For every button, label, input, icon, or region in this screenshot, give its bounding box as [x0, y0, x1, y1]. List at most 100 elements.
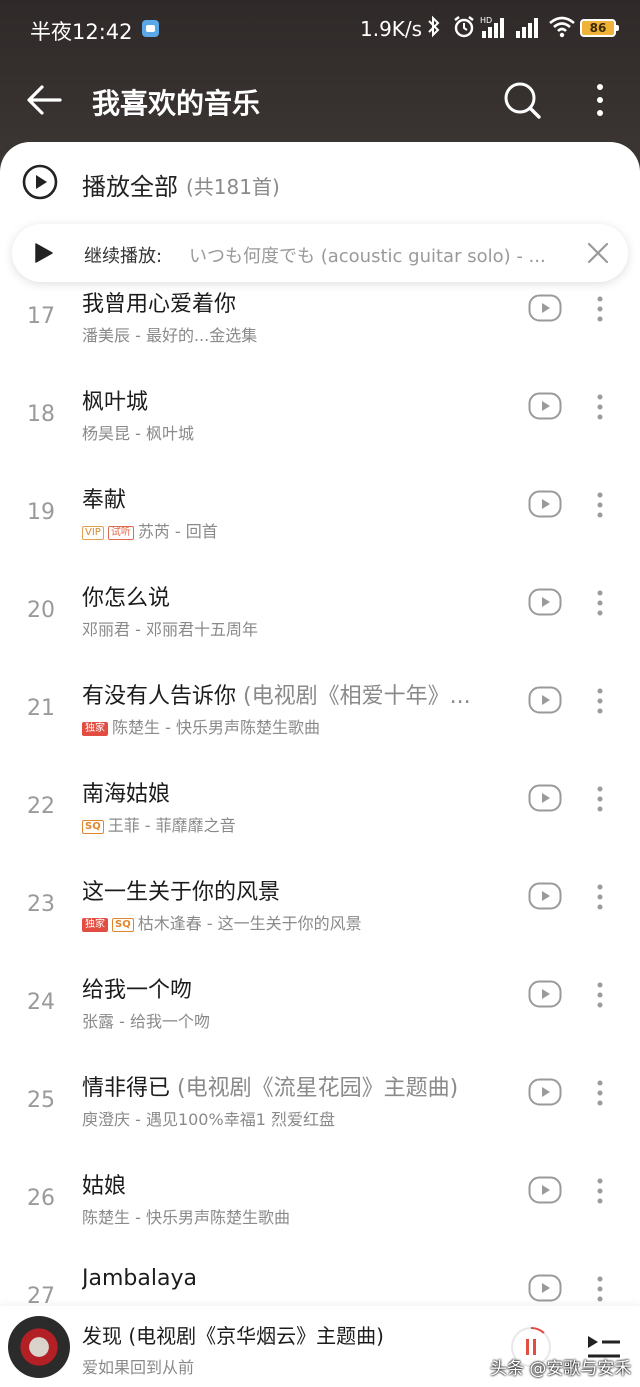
svg-text:HD: HD [480, 16, 492, 25]
artist-album: 陈楚生 - 快乐男声陈楚生歌曲 [112, 718, 320, 737]
song-title: 奉献 [82, 482, 502, 514]
song-number: 17 [27, 304, 55, 329]
song-title-subtitle: (电视剧《相爱十年》... [236, 684, 471, 709]
quality-badge: SQ [112, 918, 134, 932]
artist-album: 张露 - 给我一个吻 [82, 1012, 210, 1031]
song-number: 23 [27, 892, 55, 917]
now-playing-title: 发现 (电视剧《京华烟云》主题曲) [82, 1324, 384, 1348]
more-vertical-icon[interactable] [592, 1274, 608, 1304]
video-play-icon[interactable] [528, 1078, 562, 1106]
video-play-icon[interactable] [528, 490, 562, 518]
page-title: 我喜欢的音乐 [92, 87, 261, 120]
artist-album: 陈楚生 - 快乐男声陈楚生歌曲 [82, 1208, 290, 1227]
signal-icon [516, 18, 538, 38]
video-play-icon[interactable] [528, 588, 562, 616]
song-title-main: 有没有人告诉你 [82, 684, 237, 709]
song-title-main: Jambalaya [82, 1266, 197, 1291]
play-all-button[interactable]: 播放全部 (共181首) [0, 142, 640, 224]
video-play-icon[interactable] [528, 294, 562, 322]
video-play-icon[interactable] [528, 686, 562, 714]
play-icon [35, 243, 53, 263]
song-title: Jambalaya [82, 1266, 502, 1291]
song-row[interactable]: 21 有没有人告诉你 (电视剧《相爱十年》... 独家 陈楚生 - 快乐男声陈楚生歌曲 [0, 672, 640, 770]
artist-album: 邓丽君 - 邓丽君十五周年 [82, 620, 258, 639]
alarm-icon [454, 16, 474, 38]
song-title: 枫叶城 [82, 384, 502, 416]
song-title: 给我一个吻 [82, 972, 502, 1004]
song-number: 24 [27, 990, 55, 1015]
song-title: 有没有人告诉你 (电视剧《相爱十年》... [82, 678, 502, 710]
song-title-main: 这一生关于你的风景 [82, 880, 281, 905]
more-vertical-icon[interactable] [592, 784, 608, 814]
quality-badge: 独家 [82, 722, 108, 736]
song-meta: 庾澄庆 - 遇见100%幸福1 烈爱红盘 [82, 1106, 335, 1130]
resume-song-title: いつも何度でも (acoustic guitar solo) - ... [189, 246, 546, 267]
song-row[interactable]: 20 你怎么说 邓丽君 - 邓丽君十五周年 [0, 574, 640, 672]
song-row[interactable]: 24 给我一个吻张露 - 给我一个吻 [0, 966, 640, 1064]
back-arrow-icon[interactable] [26, 82, 66, 118]
more-vertical-icon[interactable] [592, 490, 608, 520]
song-meta: 邓丽君 - 邓丽君十五周年 [82, 616, 258, 640]
more-vertical-icon[interactable] [584, 80, 616, 120]
video-play-icon[interactable] [528, 1176, 562, 1204]
video-play-icon[interactable] [528, 392, 562, 420]
song-row[interactable]: 22 南海姑娘 SQ 王菲 - 菲靡靡之音 [0, 770, 640, 868]
bluetooth-icon [428, 15, 440, 38]
song-meta: 张露 - 给我一个吻 [82, 1008, 210, 1032]
quality-badge: VIP [82, 526, 104, 540]
close-icon[interactable] [586, 241, 610, 265]
artist-album: 潘美辰 - 最好的...金选集 [82, 326, 258, 345]
more-vertical-icon[interactable] [592, 882, 608, 912]
artist-album: 苏芮 - 回首 [137, 522, 218, 541]
play-circle-icon [22, 164, 58, 200]
song-title-main: 我曾用心爱着你 [82, 292, 237, 317]
song-row[interactable]: 18 枫叶城 杨昊昆 - 枫叶城 [0, 378, 640, 476]
app-header: 我喜欢的音乐 [0, 60, 640, 140]
resume-playback-bar[interactable]: 继续播放: いつも何度でも (acoustic guitar solo) - .… [12, 224, 628, 282]
song-number: 19 [27, 500, 55, 525]
app-notification-icon [142, 20, 159, 37]
video-play-icon[interactable] [528, 784, 562, 812]
more-vertical-icon[interactable] [592, 294, 608, 324]
song-meta: 潘美辰 - 最好的...金选集 [82, 322, 257, 346]
song-title-main: 奉献 [82, 488, 127, 513]
now-playing-subtitle: 爱如果回到从前 [82, 1358, 195, 1377]
artist-album: 王菲 - 菲靡靡之音 [107, 816, 236, 835]
song-title-main: 姑娘 [82, 1174, 127, 1199]
song-meta: 独家 SQ 枯木逢春 - 这一生关于你的风景 [82, 910, 362, 934]
more-vertical-icon[interactable] [592, 1078, 608, 1108]
song-list-sheet: 播放全部 (共181首) 继续播放: いつも何度でも (acoustic gui… [0, 142, 640, 1387]
song-title: 你怎么说 [82, 580, 502, 612]
song-title-subtitle: (电视剧《流星花园》主题曲) [170, 1076, 459, 1101]
song-title-main: 情非得已 [82, 1076, 171, 1101]
more-vertical-icon[interactable] [592, 980, 608, 1010]
artist-album: 枯木逢春 - 这一生关于你的风景 [137, 914, 362, 933]
song-row[interactable]: 25 情非得已 (电视剧《流星花园》主题曲) 庾澄庆 - 遇见100%幸福1 烈爱红… [0, 1064, 640, 1162]
video-play-icon[interactable] [528, 1274, 562, 1302]
song-row[interactable]: 17 我曾用心爱着你潘美辰 - 最好的...金选集 [0, 280, 640, 378]
song-number: 25 [27, 1088, 55, 1113]
quality-badge: 试听 [107, 526, 134, 540]
song-row[interactable]: 26 姑娘 陈楚生 - 快乐男声陈楚生歌曲 [0, 1162, 640, 1260]
hd-signal-icon: HD [480, 16, 504, 38]
status-time: 半夜12:42 [30, 20, 133, 44]
song-row[interactable]: 23 这一生关于你的风景独家 SQ 枯木逢春 - 这一生关于你的风景 [0, 868, 640, 966]
more-vertical-icon[interactable] [592, 588, 608, 618]
status-bar: 半夜12:42 1.9K/s HD 86 [0, 0, 640, 56]
song-number: 21 [27, 696, 55, 721]
more-vertical-icon[interactable] [592, 1176, 608, 1206]
more-vertical-icon[interactable] [592, 686, 608, 716]
search-icon[interactable] [502, 80, 542, 120]
song-row[interactable]: 19 奉献 VIP 试听 苏芮 - 回首 [0, 476, 640, 574]
more-vertical-icon[interactable] [592, 392, 608, 422]
quality-badge: SQ [82, 820, 104, 834]
video-play-icon[interactable] [528, 980, 562, 1008]
song-number: 18 [27, 402, 55, 427]
song-title: 我曾用心爱着你 [82, 286, 502, 318]
video-play-icon[interactable] [528, 882, 562, 910]
wifi-icon [549, 16, 575, 38]
album-cover[interactable] [8, 1316, 70, 1378]
song-meta: VIP 试听 苏芮 - 回首 [82, 518, 218, 542]
song-meta: SQ 王菲 - 菲靡靡之音 [82, 812, 236, 836]
song-number: 22 [27, 794, 55, 819]
